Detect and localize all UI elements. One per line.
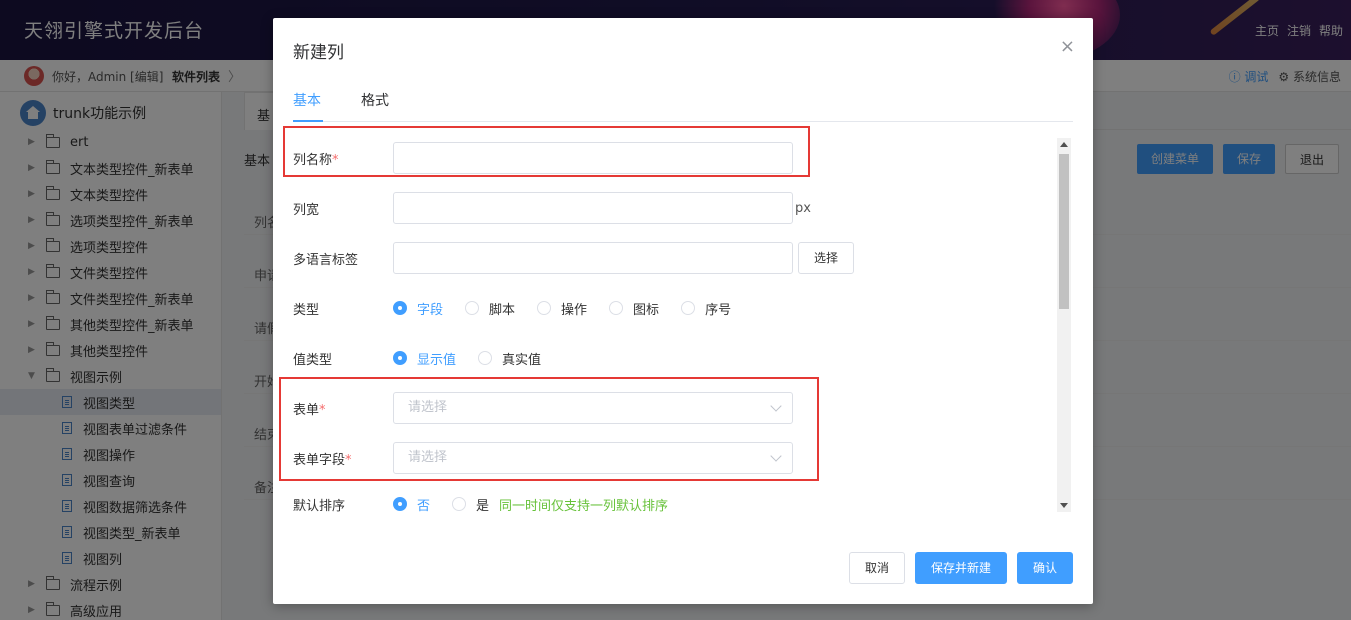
radio-icon (452, 497, 467, 511)
radio-icon (609, 301, 624, 315)
i18n-label-row: 多语言标签 选择 (293, 238, 1053, 278)
column-width-row: 列宽 px (293, 188, 1053, 228)
type-radio-field[interactable]: 字段 (393, 299, 443, 318)
type-row: 类型 字段 脚本 操作 图标 序号 (293, 288, 1053, 328)
column-width-input[interactable] (393, 192, 793, 224)
new-column-dialog: 新建列 × 基本 格式 列名称* 列宽 px 多语言标签 选择 类型 字段 脚本… (273, 18, 1093, 604)
scroll-up-icon[interactable] (1060, 142, 1068, 147)
value-type-radio-real[interactable]: 真实值 (478, 349, 541, 368)
form-scrollbar[interactable] (1057, 138, 1071, 512)
radio-icon (465, 301, 480, 315)
highlight-box-form-fields (279, 377, 819, 481)
cancel-button[interactable]: 取消 (848, 552, 905, 584)
tab-basic[interactable]: 基本 (293, 90, 321, 110)
radio-icon (681, 301, 696, 315)
confirm-button[interactable]: 确认 (1016, 552, 1073, 584)
select-button[interactable]: 选择 (798, 242, 855, 274)
type-radio-operation[interactable]: 操作 (537, 299, 587, 318)
dialog-tabs: 基本 格式 (293, 88, 1073, 122)
dialog-title: 新建列 (293, 43, 344, 63)
radio-icon (478, 351, 493, 365)
dialog-footer: 取消 保存并新建 确认 (848, 552, 1073, 584)
type-radio-script[interactable]: 脚本 (465, 299, 515, 318)
type-radio-icon[interactable]: 图标 (609, 299, 659, 318)
radio-checked-icon (393, 301, 407, 315)
value-type-label: 值类型 (293, 352, 333, 368)
default-sort-label: 默认排序 (293, 498, 346, 513)
radio-icon (537, 301, 552, 315)
type-radio-serial[interactable]: 序号 (681, 299, 731, 318)
active-tab-indicator (293, 120, 323, 122)
sort-hint: 同一时间仅支持一列默认排序 (499, 498, 669, 513)
px-suffix: px (795, 200, 811, 216)
i18n-label: 多语言标签 (293, 252, 359, 268)
close-icon[interactable]: × (1060, 38, 1075, 56)
scroll-thumb[interactable] (1059, 154, 1069, 309)
column-width-label: 列宽 (293, 202, 320, 218)
save-and-new-button[interactable]: 保存并新建 (914, 552, 1007, 584)
tab-format[interactable]: 格式 (361, 90, 389, 110)
value-type-row: 值类型 显示值 真实值 (293, 338, 1053, 378)
default-sort-row: 默认排序 否 是 同一时间仅支持一列默认排序 (293, 484, 1053, 512)
highlight-box-column-name (283, 126, 810, 177)
value-type-radio-display[interactable]: 显示值 (393, 349, 456, 368)
i18n-label-input[interactable] (393, 242, 793, 274)
radio-checked-icon (393, 351, 407, 365)
sort-radio-yes[interactable]: 是 (452, 495, 489, 512)
scroll-down-icon[interactable] (1060, 503, 1068, 508)
radio-checked-icon (393, 497, 407, 511)
sort-radio-no[interactable]: 否 (393, 495, 430, 512)
type-label: 类型 (293, 302, 320, 318)
